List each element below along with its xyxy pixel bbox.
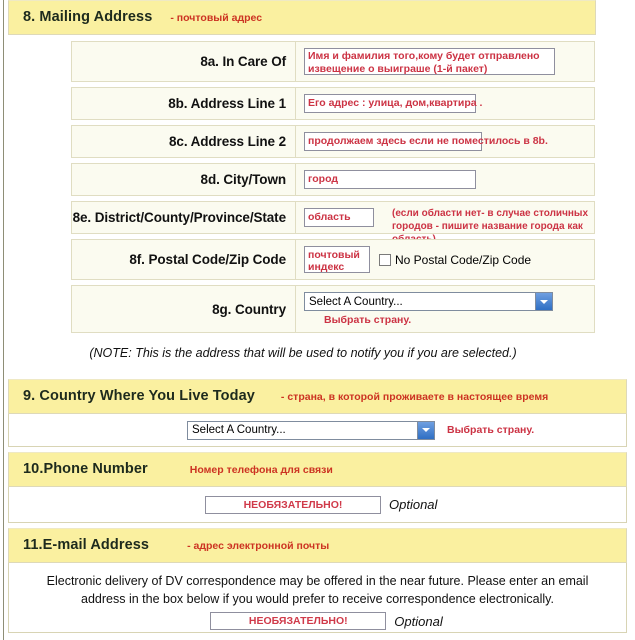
no-postal-code-label: No Postal Code/Zip Code — [395, 252, 532, 267]
section-8-title: 8. Mailing Address — [23, 9, 153, 25]
section-8-russian-note: - почтовый адрес — [170, 12, 263, 24]
row-8e: 8e. District/County/Province/State облас… — [9, 201, 595, 245]
section-10-header: 10.Phone Number Номер телефона для связи — [8, 452, 627, 487]
section-9-header: 9. Country Where You Live Today - страна… — [8, 379, 627, 414]
section-10-title: 10.Phone Number — [23, 461, 148, 477]
input-address-line-1[interactable]: Его адрес : улица, дом,квартира . — [304, 94, 482, 113]
section-11-title: 11.E-mail Address — [23, 537, 150, 553]
section-11-header: 11.E-mail Address - адрес электронной по… — [8, 528, 627, 563]
email-copy-line-2: address in the box below if you would pr… — [81, 592, 554, 607]
row-8a: 8a. In Care Of Имя и фамилия того,кому б… — [9, 41, 595, 82]
label-8f: 8f. Postal Code/Zip Code — [71, 239, 296, 280]
row-8d: 8d. City/Town город — [9, 163, 595, 196]
section-8-header: 8. Mailing Address - почтовый адрес — [8, 0, 596, 35]
select-residence-country-hint: Выбрать страну. — [447, 424, 535, 436]
field-8f: почтовый индекс No Postal Code/Zip Code — [296, 239, 595, 280]
field-8d: город — [296, 163, 595, 196]
select-residence-country-value: Select A Country... — [192, 424, 286, 436]
email-optional-label: Optional — [394, 613, 443, 629]
no-postal-code-checkbox-wrap[interactable]: No Postal Code/Zip Code — [379, 253, 531, 267]
label-8g: 8g. Country — [71, 285, 296, 333]
select-mailing-country-value: Select A Country... — [309, 295, 403, 308]
phone-optional-label: Optional — [389, 497, 438, 512]
row-8g: 8g. Country Select A Country... Выбрать … — [9, 285, 595, 333]
field-8b: Его адрес : улица, дом,квартира . — [296, 87, 595, 120]
section-9-body: Select A Country... Выбрать страну. — [8, 414, 627, 447]
section-10-body: НЕОБЯЗАТЕЛЬНО! Optional — [8, 487, 627, 523]
select-mailing-country[interactable]: Select A Country... — [304, 292, 553, 311]
chevron-down-icon[interactable] — [417, 421, 434, 439]
no-postal-code-checkbox[interactable] — [379, 253, 391, 266]
page-left-rule — [3, 0, 4, 640]
input-address-line-2[interactable]: продолжаем здесь если не поместилось в 8… — [304, 132, 548, 151]
chevron-down-icon[interactable] — [535, 293, 552, 310]
section-9-russian-note: - страна, в которой проживаете в настоящ… — [280, 391, 549, 403]
input-phone-number[interactable]: НЕОБЯЗАТЕЛЬНО! — [205, 495, 381, 514]
field-8c: продолжаем здесь если не поместилось в 8… — [296, 125, 595, 158]
row-8f: 8f. Postal Code/Zip Code почтовый индекс… — [9, 239, 595, 280]
label-8e: 8e. District/County/Province/State — [71, 201, 296, 234]
section-11-russian-note: - адрес электронной почты — [187, 540, 330, 552]
field-8g: Select A Country... Выбрать страну. — [296, 285, 595, 333]
select-residence-country[interactable]: Select A Country... — [187, 420, 435, 440]
input-postal-code[interactable]: почтовый индекс — [304, 246, 370, 273]
section-8-note: (NOTE: This is the address that will be … — [89, 346, 517, 360]
section-11-body: Electronic delivery of DV correspondence… — [8, 563, 627, 633]
dv-lottery-form: 8. Mailing Address - почтовый адрес 8a. … — [8, 0, 627, 633]
row-8c: 8c. Address Line 2 продолжаем здесь если… — [9, 125, 595, 158]
section-9-title: 9. Country Where You Live Today — [23, 388, 255, 404]
select-mailing-country-hint: Выбрать страну. — [324, 314, 412, 326]
label-8d: 8d. City/Town — [71, 163, 296, 196]
field-8a: Имя и фамилия того,кому будет отправлено… — [296, 41, 595, 82]
input-in-care-of[interactable]: Имя и фамилия того,кому будет отправлено… — [304, 48, 555, 75]
section-8-body: 8a. In Care Of Имя и фамилия того,кому б… — [8, 35, 596, 373]
field-8e: область (если области нет- в случае стол… — [296, 201, 595, 245]
input-district-state[interactable]: область — [304, 208, 374, 227]
email-input-row: НЕОБЯЗАТЕЛЬНО! Optional — [39, 612, 596, 631]
section-10-russian-note: Номер телефона для связи — [189, 464, 333, 476]
row-8b: 8b. Address Line 1 Его адрес : улица, до… — [9, 87, 595, 120]
input-city-town[interactable]: город — [304, 170, 476, 189]
email-copy-line-1: Electronic delivery of DV correspondence… — [46, 574, 589, 588]
input-email-address[interactable]: НЕОБЯЗАТЕЛЬНО! — [210, 612, 387, 631]
label-8b: 8b. Address Line 1 — [71, 87, 296, 120]
label-8a: 8a. In Care Of — [71, 41, 296, 82]
label-8c: 8c. Address Line 2 — [71, 125, 296, 158]
